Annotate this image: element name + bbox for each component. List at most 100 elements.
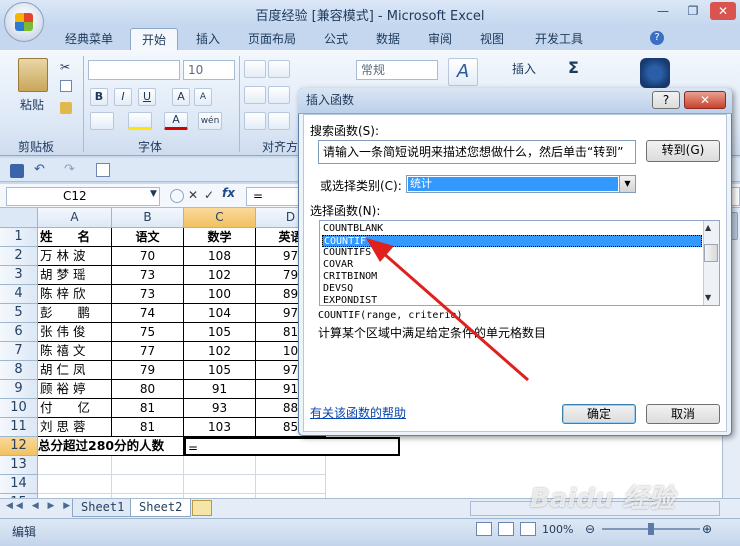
header-cell[interactable]: 姓 名: [38, 228, 112, 247]
underline-button[interactable]: U: [138, 88, 156, 106]
column-header-b[interactable]: B: [112, 208, 184, 228]
table-cell[interactable]: [256, 475, 326, 494]
chinese-score-cell[interactable]: 73: [112, 285, 184, 304]
align-top-icon[interactable]: [244, 60, 266, 78]
increase-indent-icon[interactable]: [268, 112, 290, 130]
font-name-combo[interactable]: [88, 60, 180, 80]
row-header[interactable]: 1: [0, 228, 38, 247]
dialog-close-button[interactable]: ✕: [684, 91, 726, 109]
autosum-icon[interactable]: Σ: [568, 58, 579, 77]
name-cell[interactable]: 胡 梦 瑶: [38, 266, 112, 285]
zoom-level[interactable]: 100%: [542, 523, 573, 536]
row-header[interactable]: 7: [0, 342, 38, 361]
page-layout-view-icon[interactable]: [498, 522, 514, 536]
math-score-cell[interactable]: 102: [184, 342, 256, 361]
name-cell[interactable]: 万 林 波: [38, 247, 112, 266]
function-item[interactable]: CRITBINOM: [322, 271, 702, 283]
cut-icon[interactable]: ✂: [60, 60, 72, 74]
name-cell[interactable]: 陈 禧 文: [38, 342, 112, 361]
function-list-scroll-thumb[interactable]: [704, 244, 718, 262]
styles-icon[interactable]: A: [448, 58, 478, 86]
tab-classic-menu[interactable]: 经典菜单: [56, 28, 122, 50]
header-cell[interactable]: 语文: [112, 228, 184, 247]
name-cell[interactable]: 付 亿: [38, 399, 112, 418]
math-score-cell[interactable]: 93: [184, 399, 256, 418]
paste-icon[interactable]: [18, 58, 48, 92]
format-painter-icon[interactable]: [60, 102, 72, 114]
function-help-link[interactable]: 有关该函数的帮助: [310, 404, 406, 421]
row-header[interactable]: 2: [0, 247, 38, 266]
function-item[interactable]: EXPONDIST: [322, 295, 702, 305]
math-score-cell[interactable]: 105: [184, 323, 256, 342]
tab-home[interactable]: 开始: [130, 28, 178, 50]
column-header-a[interactable]: A: [38, 208, 112, 228]
tab-data[interactable]: 数据: [366, 28, 410, 50]
shrink-font-button[interactable]: A: [194, 88, 212, 106]
row-header[interactable]: 6: [0, 323, 38, 342]
align-middle-icon[interactable]: [268, 60, 290, 78]
select-all-corner[interactable]: [0, 208, 38, 228]
row-header[interactable]: 14: [0, 475, 38, 494]
name-box[interactable]: C12: [6, 187, 160, 206]
active-cell-c12[interactable]: =: [184, 437, 400, 456]
name-cell[interactable]: 张 伟 俊: [38, 323, 112, 342]
align-left-icon[interactable]: [244, 86, 266, 104]
number-format-combo[interactable]: 常规: [356, 60, 438, 80]
name-cell[interactable]: 刘 思 蓉: [38, 418, 112, 437]
italic-button[interactable]: I: [114, 88, 132, 106]
table-cell[interactable]: [256, 456, 326, 475]
function-item[interactable]: COUNTIFS: [322, 247, 702, 259]
math-score-cell[interactable]: 91: [184, 380, 256, 399]
name-cell[interactable]: 彭 鹏: [38, 304, 112, 323]
tab-page-layout[interactable]: 页面布局: [238, 28, 306, 50]
cancel-entry-icon[interactable]: ✕: [188, 188, 198, 202]
align-center-icon[interactable]: [268, 86, 290, 104]
undo-icon[interactable]: ↶: [34, 162, 45, 177]
restore-icon[interactable]: ❐: [680, 2, 706, 20]
math-score-cell[interactable]: 108: [184, 247, 256, 266]
name-cell[interactable]: 胡 仁 凤: [38, 361, 112, 380]
paste-label[interactable]: 粘贴: [20, 96, 44, 113]
table-cell[interactable]: [38, 475, 112, 494]
find-select-icon[interactable]: [640, 58, 670, 88]
scroll-down-icon[interactable]: ▼: [705, 293, 711, 302]
table-cell[interactable]: [112, 456, 184, 475]
header-cell[interactable]: 数学: [184, 228, 256, 247]
row-header[interactable]: 3: [0, 266, 38, 285]
sheet-tab-sheet2[interactable]: Sheet2: [130, 499, 192, 517]
math-score-cell[interactable]: 103: [184, 418, 256, 437]
page-break-view-icon[interactable]: [520, 522, 536, 536]
chinese-score-cell[interactable]: 81: [112, 399, 184, 418]
chinese-score-cell[interactable]: 80: [112, 380, 184, 399]
row-header[interactable]: 13: [0, 456, 38, 475]
help-icon[interactable]: ?: [650, 31, 664, 45]
office-button[interactable]: [4, 2, 44, 42]
insert-sheet-icon[interactable]: [192, 500, 212, 516]
row-header[interactable]: 12: [0, 437, 38, 456]
ok-button[interactable]: 确定: [562, 404, 636, 424]
decrease-indent-icon[interactable]: [244, 112, 266, 130]
chinese-score-cell[interactable]: 81: [112, 418, 184, 437]
search-function-input[interactable]: 请输入一条简短说明来描述您想做什么，然后单击“转到”: [318, 140, 636, 164]
function-item[interactable]: DEVSQ: [322, 283, 702, 295]
function-item[interactable]: COVAR: [322, 259, 702, 271]
tab-developer[interactable]: 开发工具: [524, 28, 594, 50]
enter-entry-icon[interactable]: ✓: [204, 188, 214, 202]
chinese-score-cell[interactable]: 74: [112, 304, 184, 323]
math-score-cell[interactable]: 102: [184, 266, 256, 285]
chinese-score-cell[interactable]: 77: [112, 342, 184, 361]
goto-button[interactable]: 转到(G): [646, 140, 720, 162]
scroll-up-icon[interactable]: ▲: [705, 223, 711, 232]
function-item[interactable]: COUNTBLANK: [322, 223, 702, 235]
font-color-button[interactable]: A: [164, 112, 188, 130]
row-header[interactable]: 8: [0, 361, 38, 380]
summary-label-cell[interactable]: 总分超过280分的人数: [38, 437, 184, 456]
function-item-selected[interactable]: COUNTIF: [322, 235, 702, 247]
normal-view-icon[interactable]: [476, 522, 492, 536]
row-header[interactable]: 5: [0, 304, 38, 323]
insert-cells-button[interactable]: 插入: [512, 60, 536, 77]
font-size-combo[interactable]: 10: [183, 60, 235, 80]
bold-button[interactable]: B: [90, 88, 108, 106]
row-header[interactable]: 11: [0, 418, 38, 437]
chinese-score-cell[interactable]: 73: [112, 266, 184, 285]
